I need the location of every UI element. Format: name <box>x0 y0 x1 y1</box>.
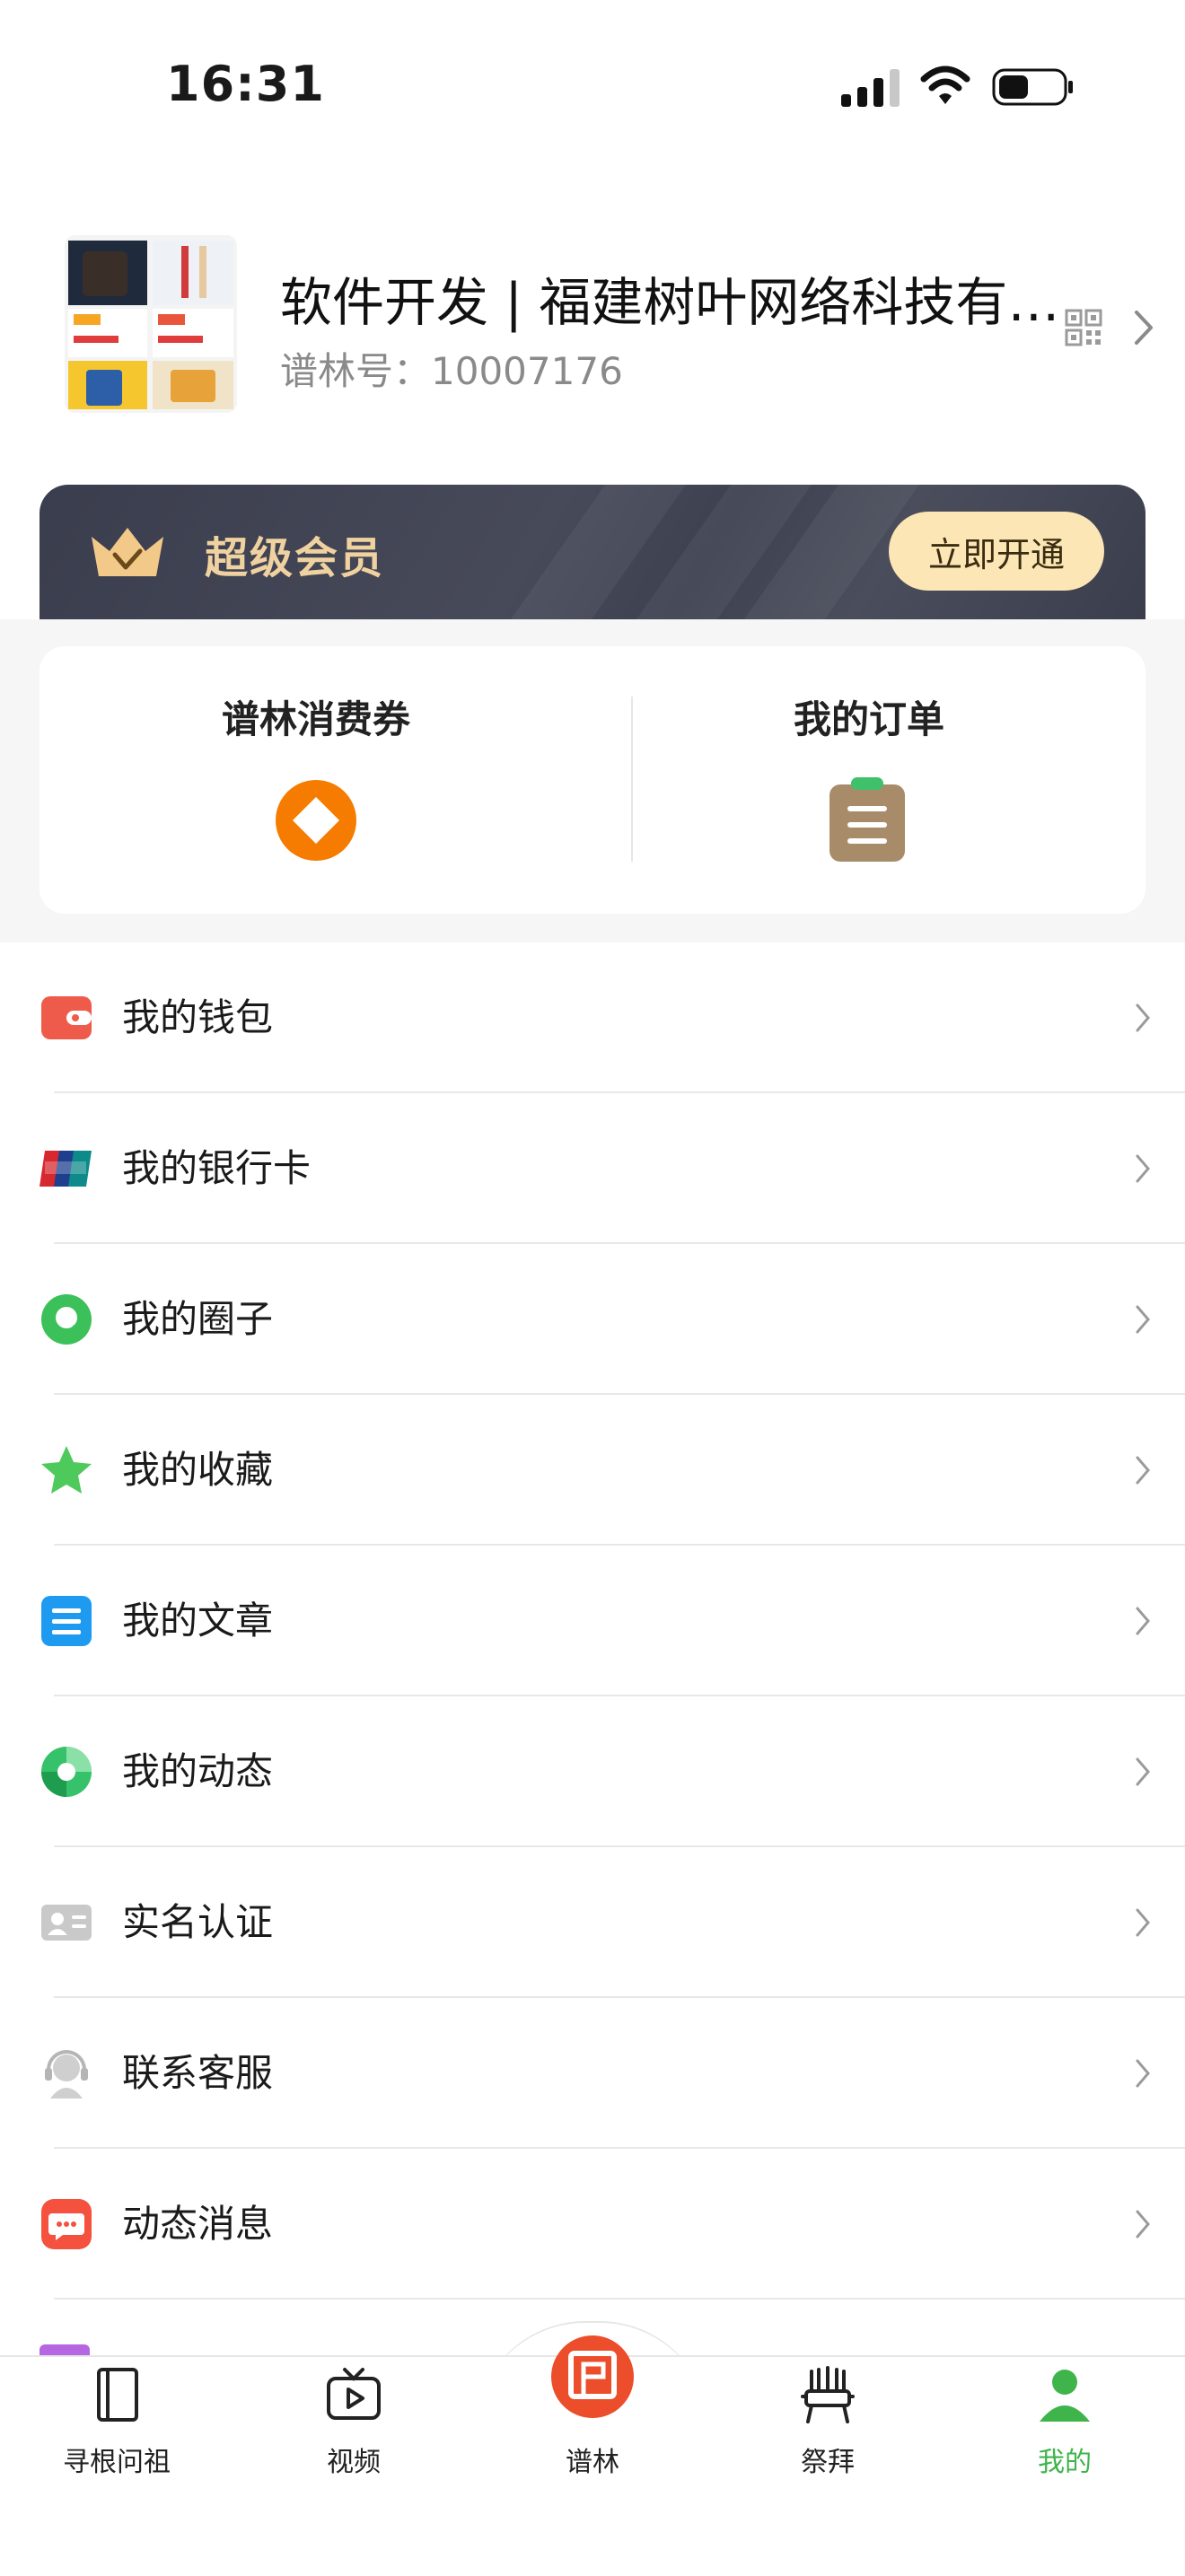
pulin-logo-icon[interactable] <box>551 2335 634 2418</box>
menu-item-label: 我的钱包 <box>122 995 274 1039</box>
coupon-card-title[interactable]: 谱林消费券 <box>40 689 592 744</box>
crown-icon <box>92 528 163 576</box>
profile-id-label: 谱林号： <box>280 349 432 393</box>
battery-icon <box>992 68 1073 106</box>
menu-item-moments[interactable]: 我的动态 <box>0 1696 1185 1847</box>
tab-root-search[interactable]: 寻根问祖 <box>27 2366 206 2492</box>
menu-item-circle[interactable]: 我的圈子 <box>0 1244 1185 1395</box>
tab-worship[interactable]: 祭拜 <box>738 2366 917 2492</box>
profile-id: 谱林号：10007176 <box>280 341 623 396</box>
tab-label: 视频 <box>327 2447 381 2478</box>
customer-service-icon <box>45 2050 88 2098</box>
chevron-right-icon <box>1136 1908 1150 1937</box>
chevron-right-icon <box>1136 1757 1150 1786</box>
unionpay-card-icon <box>40 1151 92 1187</box>
menu-item-bank-card[interactable]: 我的银行卡 <box>0 1093 1185 1244</box>
chevron-right-icon <box>1136 1305 1150 1334</box>
cellular-signal-icon <box>841 69 900 107</box>
menu-item-label: 我的收藏 <box>122 1448 274 1492</box>
tab-video[interactable]: 视频 <box>264 2366 443 2492</box>
menu-item-wallet[interactable]: 我的钱包 <box>0 942 1185 1093</box>
profile-name[interactable]: 软件开发 | 福建树叶网络科技有限… <box>280 260 1088 336</box>
tab-label: 寻根问祖 <box>63 2447 171 2478</box>
tv-play-icon <box>327 2368 381 2420</box>
book-icon <box>97 2368 138 2422</box>
menu-item-favorites[interactable]: 我的收藏 <box>0 1395 1185 1546</box>
status-time: 16:31 <box>166 56 325 112</box>
chevron-right-icon <box>1136 1003 1150 1032</box>
menu-item-customer-service[interactable]: 联系客服 <box>0 1998 1185 2149</box>
vip-activate-button[interactable]: 立即开通 <box>889 512 1104 591</box>
vip-label: 超级会员 <box>205 533 385 583</box>
menu-item-label: 动态消息 <box>122 2202 274 2246</box>
tab-pulin-label[interactable]: 谱林 <box>503 2440 682 2479</box>
orders-card-title[interactable]: 我的订单 <box>592 689 1146 744</box>
article-icon <box>41 1596 92 1646</box>
menu-item-label: 我的圈子 <box>122 1297 274 1341</box>
menu-item-articles[interactable]: 我的文章 <box>0 1546 1185 1696</box>
coupon-icon[interactable] <box>275 779 357 862</box>
moments-icon <box>41 1747 92 1797</box>
tab-label: 我的 <box>1038 2447 1092 2478</box>
wallet-icon <box>41 996 92 1039</box>
menu-item-label: 联系客服 <box>122 2051 274 2095</box>
chevron-right-icon <box>1136 2059 1150 2088</box>
tab-mine[interactable]: 我的 <box>975 2366 1154 2492</box>
message-icon <box>41 2199 92 2249</box>
menu-item-label: 实名认证 <box>122 1900 274 1944</box>
chevron-right-icon[interactable] <box>1129 305 1156 350</box>
partial-menu-icon <box>40 2344 90 2355</box>
qr-code-icon[interactable] <box>1065 309 1102 346</box>
id-card-icon <box>41 1905 92 1941</box>
chevron-right-icon <box>1136 2210 1150 2239</box>
menu-item-messages[interactable]: 动态消息 <box>0 2149 1185 2300</box>
quick-cards <box>40 646 1146 914</box>
menu-item-real-name[interactable]: 实名认证 <box>0 1847 1185 1998</box>
profile-id-value: 10007176 <box>431 349 623 393</box>
menu-item-label: 我的银行卡 <box>122 1146 312 1190</box>
circle-chat-icon <box>41 1294 92 1345</box>
menu-item-label: 我的动态 <box>122 1749 274 1793</box>
wifi-icon <box>920 66 970 104</box>
tab-label: 祭拜 <box>801 2447 855 2478</box>
chevron-right-icon <box>1136 1456 1150 1485</box>
chevron-right-icon <box>1136 1607 1150 1635</box>
star-icon <box>41 1446 92 1494</box>
row-divider <box>54 2298 1185 2300</box>
menu-item-label: 我的文章 <box>122 1599 274 1643</box>
person-icon <box>1040 2370 1090 2422</box>
avatar[interactable] <box>65 235 237 413</box>
card-divider <box>631 697 633 862</box>
altar-icon <box>801 2366 855 2423</box>
order-clipboard-icon[interactable] <box>828 777 907 863</box>
chevron-right-icon <box>1136 1154 1150 1183</box>
